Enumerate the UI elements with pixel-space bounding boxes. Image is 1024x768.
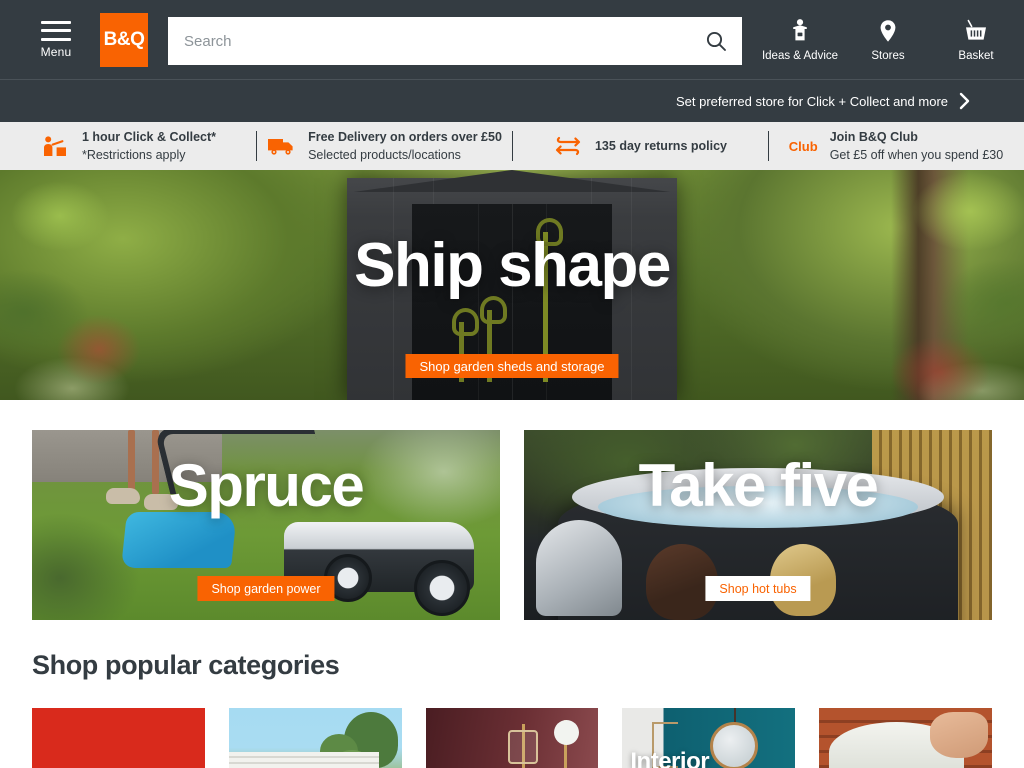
usp-line1: 1 hour Click & Collect* — [81, 130, 217, 144]
promo-card-garden-power[interactable]: Spruce Shop garden power — [32, 430, 500, 620]
preferred-store-label: Set preferred store for Click + Collect … — [675, 93, 948, 109]
header-action-label: Basket — [958, 50, 994, 62]
usp-text: Join B&Q Club Get £5 off when you spend … — [830, 128, 1004, 164]
usp-text: Free Delivery on orders over £50 Selecte… — [308, 128, 502, 164]
header-action-label: Stores — [871, 50, 905, 62]
hamburger-icon — [41, 20, 71, 41]
usp-line2: Selected products/locations — [308, 148, 461, 162]
search-input[interactable] — [168, 17, 690, 65]
categories-row: Interior — [32, 708, 992, 768]
returns-arrows-icon — [553, 135, 583, 157]
category-tile-image — [425, 708, 599, 768]
usp-returns-policy[interactable]: 135 day returns policy — [512, 122, 768, 170]
hero-cta-button[interactable]: Shop garden sheds and storage — [405, 354, 619, 378]
click-and-collect-icon — [40, 135, 70, 157]
promo-card-hot-tubs[interactable]: Take five Shop hot tubs — [524, 430, 992, 620]
search-bar — [168, 17, 742, 65]
hero-title: Ship shape — [354, 231, 671, 300]
header-action-ideas-advice[interactable]: Ideas & Advice — [756, 18, 844, 62]
basket-icon — [963, 18, 989, 44]
usp-line1: Free Delivery on orders over £50 — [308, 130, 502, 144]
usp-line2: Get £5 off when you spend £30 — [829, 148, 1004, 162]
usp-click-and-collect[interactable]: 1 hour Click & Collect* *Restrictions ap… — [0, 122, 256, 170]
preferred-store-bar[interactable]: Set preferred store for Click + Collect … — [0, 80, 1024, 122]
usp-line2: *Restrictions apply — [81, 148, 186, 162]
promo-cta-button[interactable]: Shop hot tubs — [705, 576, 811, 601]
header-action-basket[interactable]: Basket — [932, 18, 1020, 62]
category-tile-5[interactable] — [819, 708, 992, 768]
promo-title: Take five — [638, 452, 879, 519]
location-pin-icon — [875, 18, 901, 44]
categories-heading: Shop popular categories — [32, 650, 340, 680]
usp-benefits-bar: 1 hour Click & Collect* *Restrictions ap… — [0, 122, 1024, 170]
menu-button[interactable]: Menu — [28, 20, 84, 59]
usp-line1: Join B&Q Club — [829, 130, 918, 144]
search-submit-button[interactable] — [690, 17, 742, 65]
site-header: Menu B&Q Ideas & Advice — [0, 0, 1024, 80]
menu-button-label: Menu — [40, 44, 72, 59]
club-badge: Club — [788, 138, 818, 154]
category-tile-image — [228, 708, 402, 768]
bq-logo[interactable]: B&Q — [100, 12, 148, 67]
chevron-right-icon — [958, 92, 972, 110]
header-actions: Ideas & Advice Stores Basket — [756, 0, 1020, 80]
category-tile-3[interactable] — [425, 708, 599, 768]
usp-line1: 135 day returns policy — [594, 139, 727, 153]
search-icon — [706, 31, 726, 51]
usp-text: 135 day returns policy — [595, 137, 727, 155]
header-action-stores[interactable]: Stores — [844, 18, 932, 62]
usp-free-delivery[interactable]: Free Delivery on orders over £50 Selecte… — [256, 122, 512, 170]
promo-cards-row: Spruce Shop garden power Take five Shop … — [0, 430, 1024, 620]
delivery-van-icon — [266, 136, 296, 156]
usp-bq-club[interactable]: Club Join B&Q Club Get £5 off when you s… — [768, 122, 1024, 170]
promo-cta-button[interactable]: Shop garden power — [197, 576, 335, 601]
header-action-label: Ideas & Advice — [761, 50, 839, 62]
promo-title: Spruce — [168, 452, 365, 519]
category-tile-4[interactable]: Interior — [622, 708, 796, 768]
usp-text: 1 hour Click & Collect* *Restrictions ap… — [82, 128, 216, 164]
category-tile-label: Interior — [630, 748, 710, 768]
category-tile-2[interactable] — [228, 708, 402, 768]
ideas-advice-icon — [787, 18, 813, 44]
category-tile-image — [819, 708, 992, 768]
category-tile-1[interactable] — [32, 708, 205, 768]
